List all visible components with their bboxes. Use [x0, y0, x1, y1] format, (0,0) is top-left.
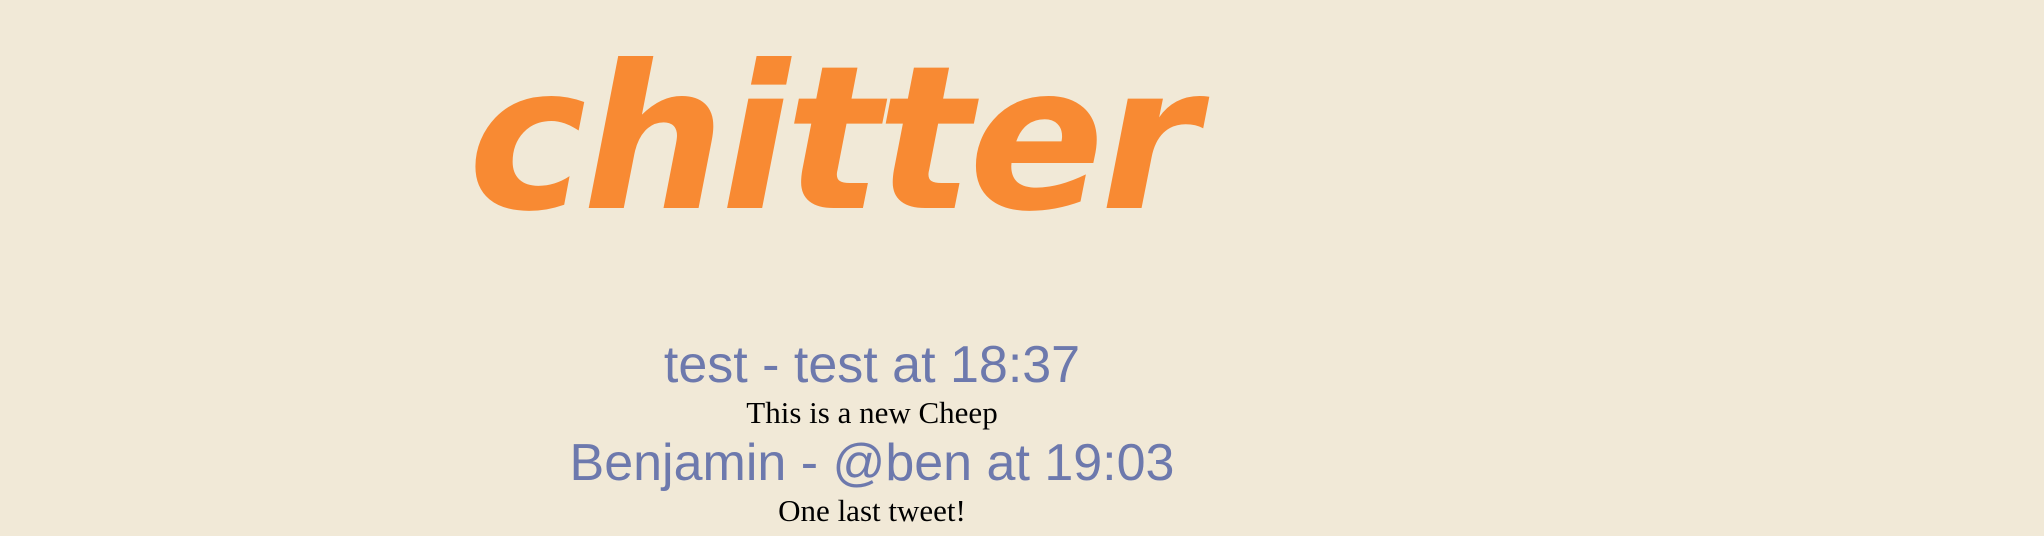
chitter-logo: chitter — [468, 23, 1199, 256]
cheep-feed: test - test at 18:37 This is a new Cheep… — [0, 335, 1744, 531]
cheep-header: test - test at 18:37 — [663, 336, 1081, 394]
cheep-header: Benjamin - @ben at 19:03 — [569, 434, 1175, 492]
cheep-body: This is a new Cheep — [746, 395, 998, 430]
cheep-item: test - test at 18:37 This is a new Cheep — [0, 335, 1744, 431]
cheep-item: Benjamin - @ben at 19:03 One last tweet! — [0, 433, 1744, 529]
cheep-body: One last tweet! — [778, 493, 966, 528]
